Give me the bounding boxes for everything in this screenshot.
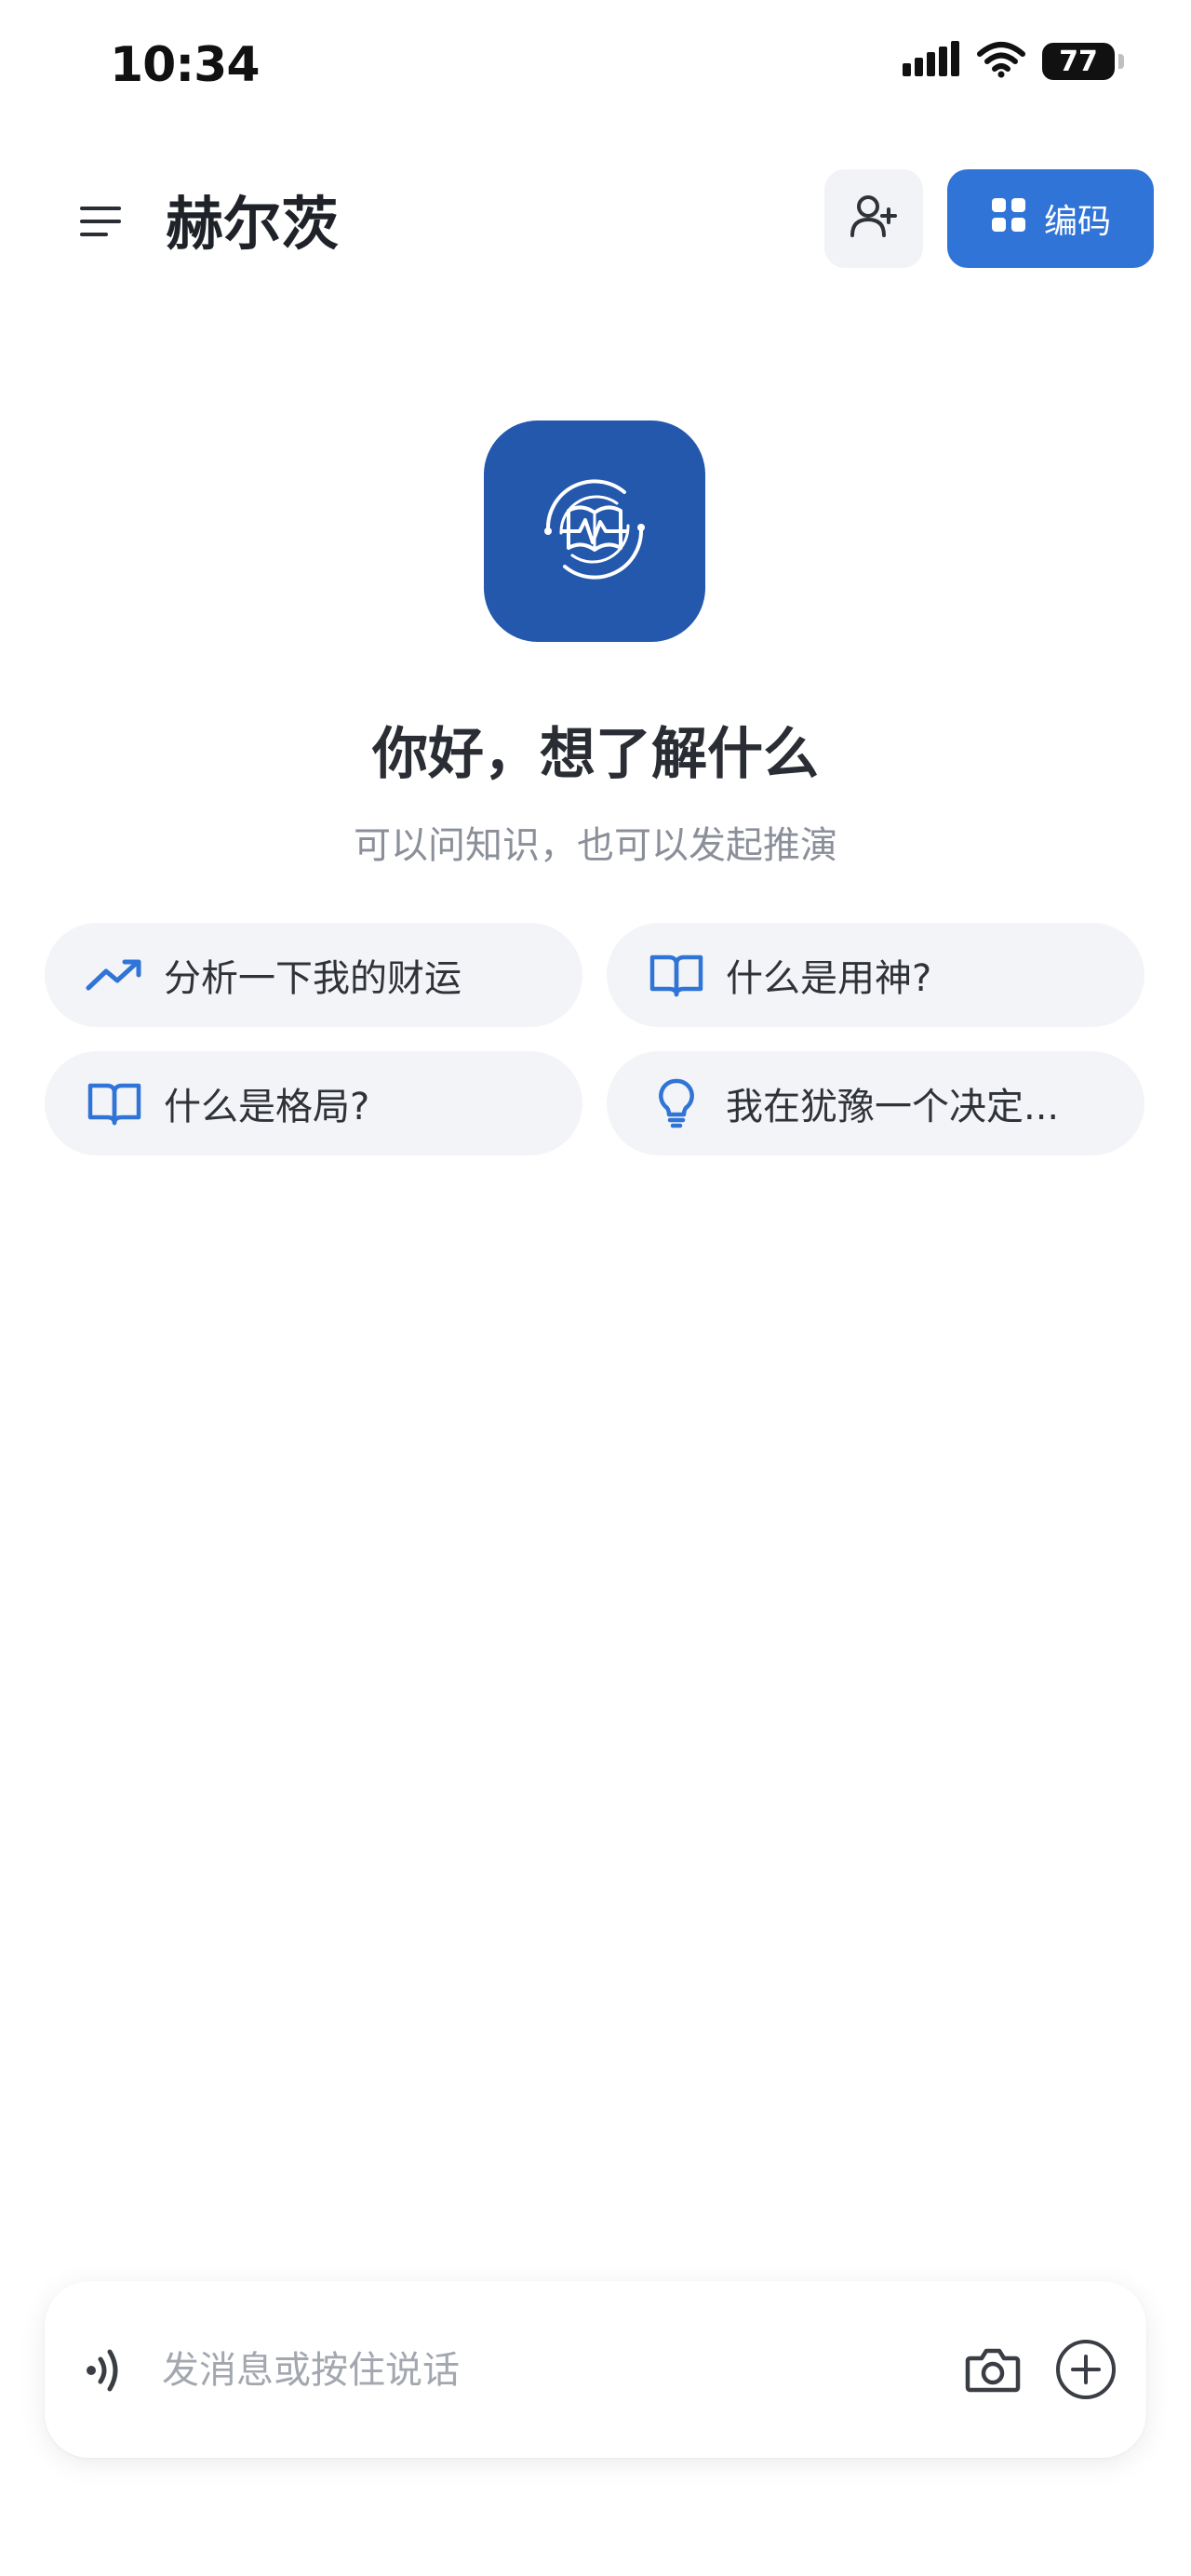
app-logo	[484, 420, 705, 642]
status-time: 10:34	[110, 37, 261, 93]
suggestion-label: 什么是格局?	[164, 1086, 370, 1128]
suggestion-chip-wealth[interactable]: 分析一下我的财运	[45, 923, 582, 1027]
message-composer	[45, 2281, 1146, 2458]
code-button[interactable]: 编码	[947, 169, 1154, 268]
battery-icon: 77	[1042, 43, 1124, 80]
book-open-icon	[86, 1074, 143, 1132]
greeting-title: 你好，想了解什么	[372, 722, 819, 787]
trending-up-icon	[86, 946, 143, 1004]
wifi-icon	[977, 41, 1025, 82]
hamburger-menu-icon[interactable]	[74, 195, 127, 247]
camera-icon[interactable]	[960, 2339, 1025, 2400]
message-input[interactable]	[160, 2335, 867, 2406]
add-user-button[interactable]	[824, 169, 923, 268]
status-icons: 77	[903, 41, 1124, 82]
book-open-icon	[648, 946, 705, 1004]
book-heartbeat-logo-icon	[520, 455, 669, 607]
battery-level: 77	[1059, 45, 1098, 78]
page-title: 赫尔茨	[166, 190, 340, 258]
suggestion-chip-yongshen[interactable]: 什么是用神?	[607, 923, 1144, 1027]
add-user-icon	[848, 191, 900, 247]
voice-icon[interactable]	[73, 2341, 132, 2400]
grid-icon	[990, 196, 1027, 242]
suggestion-label: 什么是用神?	[726, 957, 932, 1000]
signal-icon	[903, 41, 960, 82]
chat-home-screen: 10:34 77 赫尔茨 编码 你好，想了解什么 可以问知识，也可以发起推演 分…	[0, 0, 1191, 2576]
suggestion-chip-geju[interactable]: 什么是格局?	[45, 1051, 582, 1155]
plus-circle-icon[interactable]	[1053, 2337, 1118, 2402]
code-button-label: 编码	[1043, 203, 1111, 241]
suggestion-label: 分析一下我的财运	[164, 957, 462, 1000]
greeting-subtitle: 可以问知识，也可以发起推演	[354, 824, 837, 867]
suggestion-chip-decision[interactable]: 我在犹豫一个决定...	[607, 1051, 1144, 1155]
suggestion-label: 我在犹豫一个决定...	[726, 1086, 1060, 1128]
lightbulb-icon	[648, 1074, 705, 1132]
